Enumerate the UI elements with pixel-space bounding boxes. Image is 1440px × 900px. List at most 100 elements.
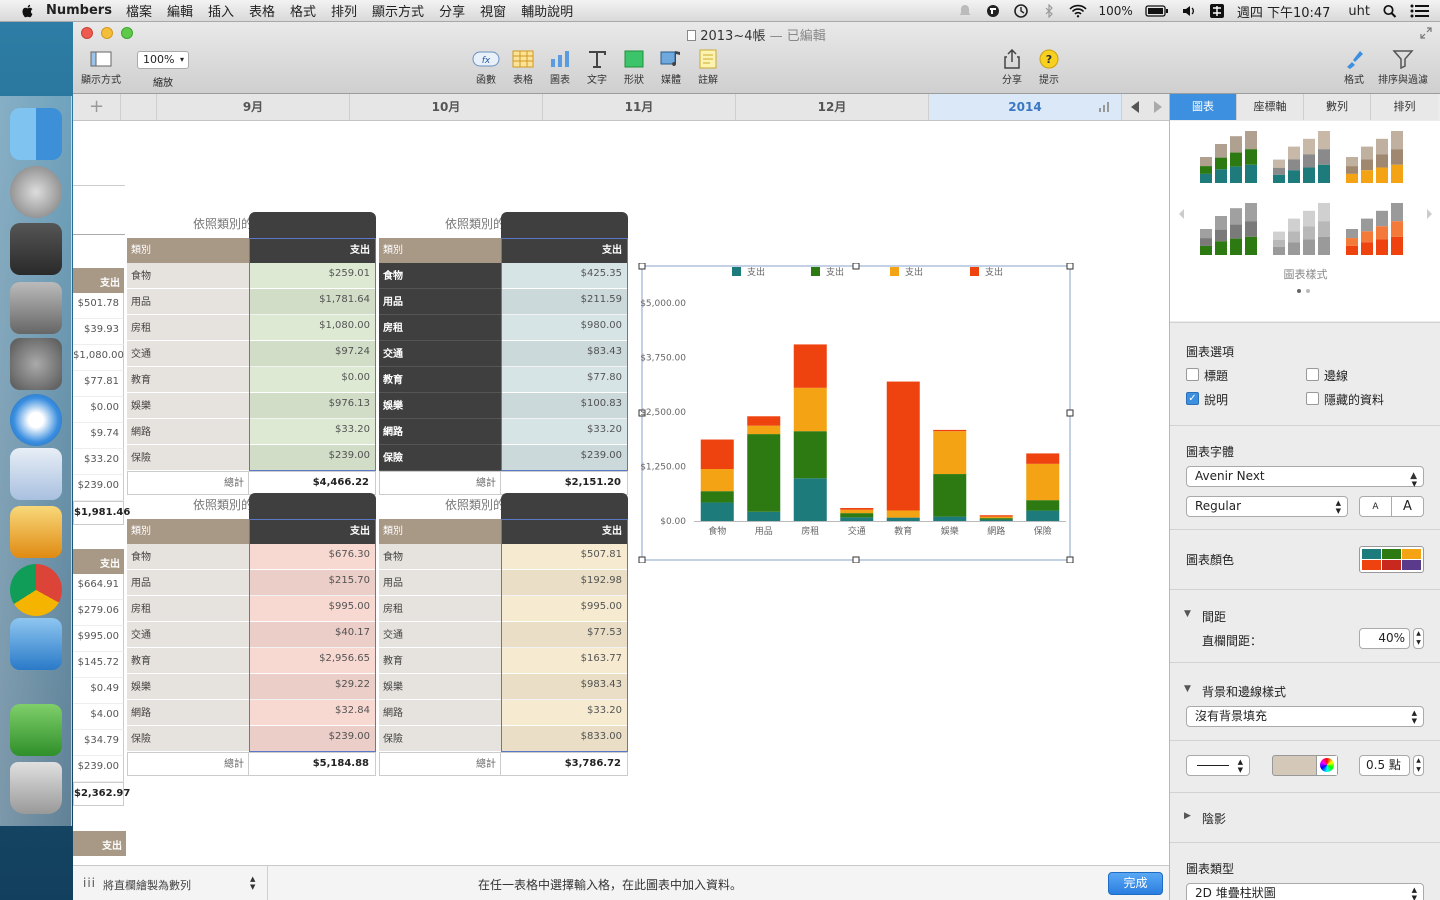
decrease-font-button[interactable]: A [1360,497,1392,516]
value-cell[interactable]: $2,956.65 [249,648,376,674]
value-cell[interactable]: $983.43 [501,674,628,700]
menu-edit[interactable]: 編輯 [167,1,193,20]
inspector-tab-arrange[interactable]: 排列 [1371,94,1438,120]
value-cell[interactable]: $676.30 [249,544,376,570]
chart-colors-swatch[interactable] [1359,546,1424,573]
menu-share[interactable]: 分享 [439,1,465,20]
font-style-popup[interactable]: Regular ▲ ▼ [1186,496,1348,517]
page-dot[interactable] [1306,289,1310,293]
value-cell[interactable]: $33.20 [249,419,376,445]
value-header[interactable]: 支出 [501,238,628,263]
sheet-tab-sep[interactable]: 9月 [157,94,350,120]
value-cell[interactable]: $83.43 [501,341,628,367]
value-cell[interactable]: $0.00 [249,367,376,393]
category-cell[interactable]: 保險 [379,445,501,471]
user-name[interactable]: uht [1348,4,1370,19]
partial-cell[interactable]: $39.93 [73,319,124,345]
notification-center-icon[interactable] [1410,4,1430,18]
category-cell[interactable]: 教育 [127,648,249,674]
color-wheel-icon[interactable] [1316,756,1337,775]
partial-cell[interactable]: $279.06 [73,600,124,626]
sheet-canvas[interactable]: 依照類別的摘要 - 3 類別 支出 食物 $259.01 用品 $1,781.64 房租 $1,… [73,121,1169,865]
value-cell[interactable]: $239.00 [249,445,376,471]
category-cell[interactable]: 交通 [379,622,501,648]
value-cell[interactable]: $77.80 [501,367,628,393]
value-cell[interactable]: $1,080.00 [249,315,376,341]
done-button[interactable]: 完成 [1108,872,1163,895]
safari-icon[interactable] [10,394,62,446]
title-checkbox[interactable] [1186,368,1199,381]
value-cell[interactable]: $995.00 [501,596,628,622]
partial-table[interactable]: 支出 $501.78 $39.93 $1,080.00 $77.81 $0.00 $9.74… [73,238,130,525]
shadow-disclosure-icon[interactable]: ▶ [1184,811,1191,821]
partial-cell[interactable]: $664.91 [73,574,124,600]
category-header[interactable]: 類別 [379,519,501,544]
chart-style-thumbnails[interactable] [1170,121,1440,271]
plot-mode-arrows-icon[interactable]: ▲ ▼ [250,875,255,891]
tips-button[interactable]: ? 提示 [1029,49,1069,86]
stroke-width-field[interactable]: 0.5 點 [1359,755,1410,776]
border-checkbox[interactable] [1306,368,1319,381]
partial-cell[interactable]: $0.00 [73,397,124,423]
legend-checkbox[interactable]: ✓ [1186,392,1199,405]
sheet-tab-dec[interactable]: 12月 [736,94,929,120]
chart-button[interactable]: 圖表 [540,49,580,86]
category-cell[interactable]: 用品 [379,570,501,596]
category-cell[interactable]: 網路 [379,419,501,445]
value-cell[interactable]: $1,781.64 [249,289,376,315]
partial-cell[interactable]: $77.81 [73,371,124,397]
view-button[interactable]: 顯示方式 [81,49,121,86]
summary-table[interactable]: 依照類別的摘要 - 3 類別 支出 食物 $259.01 用品 $1,781.64 房租 $1,… [127,212,376,501]
bg-disclosure-icon[interactable]: ▼ [1184,684,1191,694]
value-cell[interactable]: $995.00 [249,596,376,622]
category-cell[interactable]: 房租 [379,596,501,622]
scroll-tabs-left-icon[interactable] [1130,101,1140,113]
table-button[interactable]: 表格 [503,49,543,86]
hidden-data-checkbox[interactable] [1306,392,1319,405]
value-cell[interactable]: $40.17 [249,622,376,648]
style-page-dots[interactable] [1297,283,1310,296]
partial-header[interactable]: 支出 [73,549,124,574]
pages-icon[interactable] [10,506,62,558]
menu-window[interactable]: 視窗 [480,1,506,20]
text-button[interactable]: 文字 [577,49,617,86]
facetime-icon[interactable] [10,282,62,334]
category-cell[interactable]: 用品 [379,289,501,315]
category-cell[interactable]: 交通 [127,622,249,648]
category-cell[interactable]: 網路 [127,419,249,445]
finder-icon[interactable] [10,108,62,160]
value-header[interactable]: 支出 [501,519,628,544]
photo-slideshow-icon[interactable] [10,223,62,275]
partial-cell[interactable]: $0.49 [73,678,124,704]
format-button[interactable]: 格式 [1334,49,1374,86]
category-cell[interactable]: 保險 [127,726,249,752]
stroke-width-stepper[interactable]: ▲ ▼ [1413,755,1424,776]
bg-title[interactable]: 背景和邊線樣式 [1202,683,1286,700]
value-cell[interactable]: $77.53 [501,622,628,648]
scroll-tabs-right-icon[interactable] [1153,101,1163,113]
function-button[interactable]: fx 函數 [466,49,506,86]
value-cell[interactable]: $239.00 [501,445,628,471]
partial-cell[interactable]: $34.79 [73,730,124,756]
menu-view[interactable]: 顯示方式 [372,1,424,20]
bluetooth-icon[interactable] [1041,4,1057,18]
numbers-app-icon[interactable] [10,618,62,670]
share-button[interactable]: 分享 [992,49,1032,86]
inspector-tab-chart[interactable]: 圖表 [1170,94,1237,120]
category-cell[interactable]: 食物 [379,263,501,289]
partial-cell[interactable]: $145.72 [73,652,124,678]
chrome-icon[interactable] [10,564,62,616]
category-cell[interactable]: 娛樂 [127,393,249,419]
menu-file[interactable]: 檔案 [126,1,152,20]
category-cell[interactable]: 房租 [127,596,249,622]
launchpad-icon[interactable] [10,166,62,218]
volume-icon[interactable] [1181,4,1197,18]
partial-cell[interactable]: $9.74 [73,423,124,449]
value-cell[interactable]: $211.59 [501,289,628,315]
category-cell[interactable]: 娛樂 [127,674,249,700]
partial-header[interactable]: 支出 [73,268,124,293]
value-cell[interactable]: $97.24 [249,341,376,367]
media-button[interactable]: 媒體 [651,49,691,86]
styles-prev-arrow-icon[interactable] [1179,209,1184,219]
wifi-icon[interactable] [1068,4,1087,18]
